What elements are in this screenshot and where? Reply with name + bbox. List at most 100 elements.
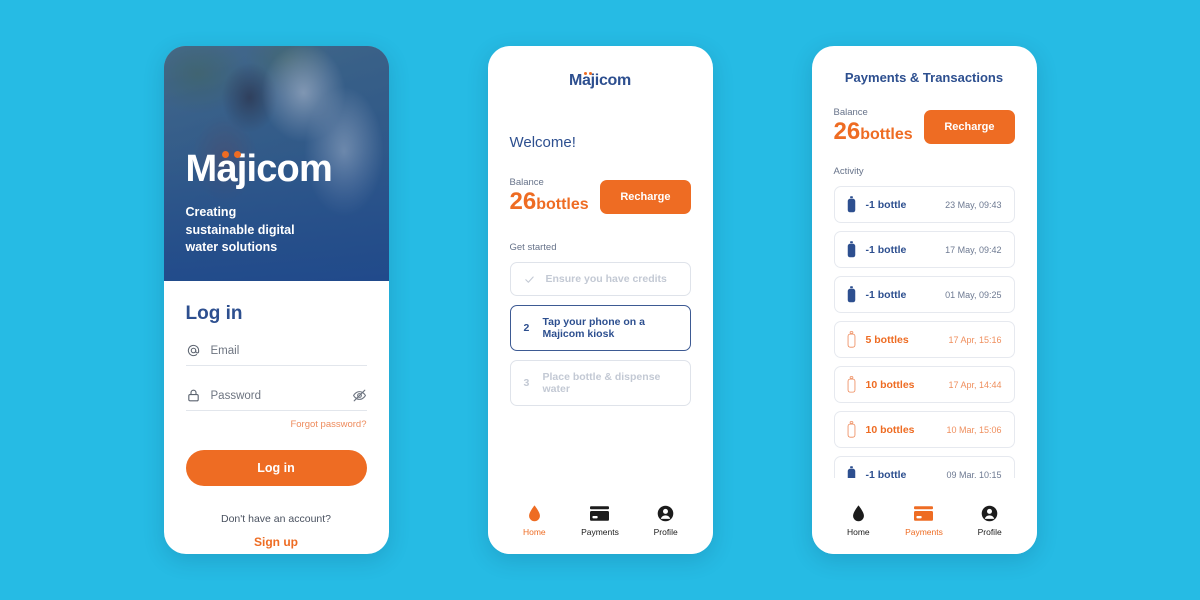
step-index: 3 xyxy=(523,377,530,389)
bottle-outline-icon xyxy=(847,376,856,393)
table-row[interactable]: -1 bottle 09 Mar, 10:15 xyxy=(833,456,1015,479)
step-item-1[interactable]: Ensure you have credits xyxy=(509,262,691,296)
table-row[interactable]: 10 bottles 17 Apr, 14:44 xyxy=(833,366,1015,403)
balance-amount: 26bottles xyxy=(834,120,913,144)
page-title: Payments & Transactions xyxy=(844,70,1004,85)
bottom-navigation: Home Payments Profile xyxy=(811,496,1037,554)
nav-label: Home xyxy=(846,527,870,537)
tagline-line-1: Creating xyxy=(185,204,237,219)
password-field[interactable]: Password xyxy=(185,388,367,411)
forgot-password-link[interactable]: Forgot password? xyxy=(186,419,366,430)
credit-card-icon xyxy=(590,505,610,522)
nav-label: Payments xyxy=(905,527,943,537)
hero-banner: Majicom Creating sustainable digital wat… xyxy=(163,46,389,281)
activity-label: Activity xyxy=(833,166,864,177)
bottom-navigation: Home Payments Profile xyxy=(487,496,713,554)
email-input-placeholder: Email xyxy=(210,344,240,357)
step-label: Place bottle & dispense water xyxy=(542,371,661,395)
signup-prompt: Don't have an account? Sign up xyxy=(186,509,367,549)
activity-time: 17 Apr, 14:44 xyxy=(948,379,1002,390)
activity-amount: 5 bottles xyxy=(865,333,909,346)
table-row[interactable]: -1 bottle 01 May, 09:25 xyxy=(833,276,1015,313)
nav-item-profile[interactable]: Profile xyxy=(638,505,694,537)
bottle-filled-icon xyxy=(847,241,856,258)
step-label: Ensure you have credits xyxy=(545,273,667,285)
nav-item-home[interactable]: Home xyxy=(506,505,562,537)
bottle-filled-icon xyxy=(847,466,856,478)
table-row[interactable]: 10 bottles 10 Mar, 15:06 xyxy=(833,411,1015,448)
recharge-button[interactable]: Recharge xyxy=(924,110,1015,144)
activity-list[interactable]: -1 bottle 23 May, 09:43 -1 bottle 17 May… xyxy=(833,186,1015,479)
activity-time: 01 May, 09:25 xyxy=(945,289,1002,300)
bottle-outline-icon xyxy=(847,331,856,348)
activity-amount: -1 bottle xyxy=(865,243,907,256)
app-logo-text: Majicom xyxy=(185,147,333,190)
activity-time: 17 Apr, 15:16 xyxy=(948,334,1002,345)
check-icon xyxy=(524,274,535,285)
balance-section: Balance 26bottles Recharge xyxy=(834,107,1015,144)
password-input-placeholder: Password xyxy=(210,389,262,402)
balance-value: 26 xyxy=(833,118,861,145)
login-screen: Majicom Creating sustainable digital wat… xyxy=(163,46,389,554)
hero-tagline: Creating sustainable digital water solut… xyxy=(186,204,367,257)
balance-section: Balance 26bottles Recharge xyxy=(510,177,691,214)
nav-label: Payments xyxy=(581,527,619,537)
step-index: 2 xyxy=(523,322,530,334)
table-row[interactable]: 5 bottles 17 Apr, 15:16 xyxy=(833,321,1015,358)
table-row[interactable]: -1 bottle 23 May, 09:43 xyxy=(833,186,1015,223)
tagline-line-3: water solutions xyxy=(185,240,278,255)
nav-item-home[interactable]: Home xyxy=(830,505,886,537)
activity-time: 10 Mar, 15:06 xyxy=(946,424,1002,435)
step-item-3[interactable]: 3 Place bottle & dispense water xyxy=(509,360,691,406)
nav-item-payments[interactable]: Payments xyxy=(572,505,628,537)
bottle-filled-icon xyxy=(847,286,856,303)
page-title: Log in xyxy=(185,303,243,324)
bottle-filled-icon xyxy=(847,196,856,213)
credit-card-icon xyxy=(914,505,934,522)
activity-amount: -1 bottle xyxy=(865,468,907,479)
activity-amount: 10 bottles xyxy=(865,423,915,436)
login-button[interactable]: Log in xyxy=(185,450,367,486)
at-sign-icon xyxy=(186,343,201,358)
welcome-heading: Welcome! xyxy=(509,134,576,151)
activity-time: 09 Mar, 10:15 xyxy=(946,469,1002,479)
activity-amount: -1 bottle xyxy=(865,288,907,301)
payments-screen: Payments & Transactions Balance 26bottle… xyxy=(811,46,1037,554)
step-label: Tap your phone on a Majicom kiosk xyxy=(542,316,645,340)
app-logo-text: Majicom xyxy=(569,72,631,89)
email-field[interactable]: Email xyxy=(185,343,367,366)
nav-label: Home xyxy=(522,527,546,537)
eye-off-icon[interactable] xyxy=(352,388,367,403)
bottle-outline-icon xyxy=(847,421,856,438)
home-screen: Majicom Welcome! Balance 26bottles Recha… xyxy=(487,46,713,554)
balance-label: Balance xyxy=(833,107,868,118)
activity-amount: -1 bottle xyxy=(865,198,907,211)
balance-value: 26 xyxy=(509,188,537,215)
app-logo: Majicom xyxy=(569,72,631,89)
table-row[interactable]: -1 bottle 17 May, 09:42 xyxy=(833,231,1015,268)
recharge-button[interactable]: Recharge xyxy=(600,180,691,214)
person-icon xyxy=(657,505,674,522)
nav-label: Profile xyxy=(977,527,1002,537)
lock-icon xyxy=(186,388,201,403)
nav-item-payments[interactable]: Payments xyxy=(896,505,952,537)
nav-item-profile[interactable]: Profile xyxy=(962,505,1018,537)
list-fade-mask xyxy=(811,488,1037,496)
balance-unit: bottles xyxy=(536,196,589,213)
activity-amount: 10 bottles xyxy=(865,378,915,391)
app-logo: Majicom xyxy=(185,147,333,190)
no-account-text: Don't have an account? xyxy=(221,513,331,525)
step-item-2[interactable]: 2 Tap your phone on a Majicom kiosk xyxy=(509,305,691,351)
tagline-line-2: sustainable digital xyxy=(185,222,295,237)
screens-container: Majicom Creating sustainable digital wat… xyxy=(0,0,1200,600)
signup-link[interactable]: Sign up xyxy=(186,535,367,549)
logo-dots-icon xyxy=(584,72,593,75)
water-drop-icon xyxy=(852,505,865,522)
balance-unit: bottles xyxy=(860,126,913,143)
logo-dots-icon xyxy=(221,150,241,158)
balance-amount: 26bottles xyxy=(510,190,589,214)
activity-time: 23 May, 09:43 xyxy=(945,199,1002,210)
balance-label: Balance xyxy=(509,177,544,188)
person-icon xyxy=(981,505,998,522)
activity-time: 17 May, 09:42 xyxy=(945,244,1002,255)
